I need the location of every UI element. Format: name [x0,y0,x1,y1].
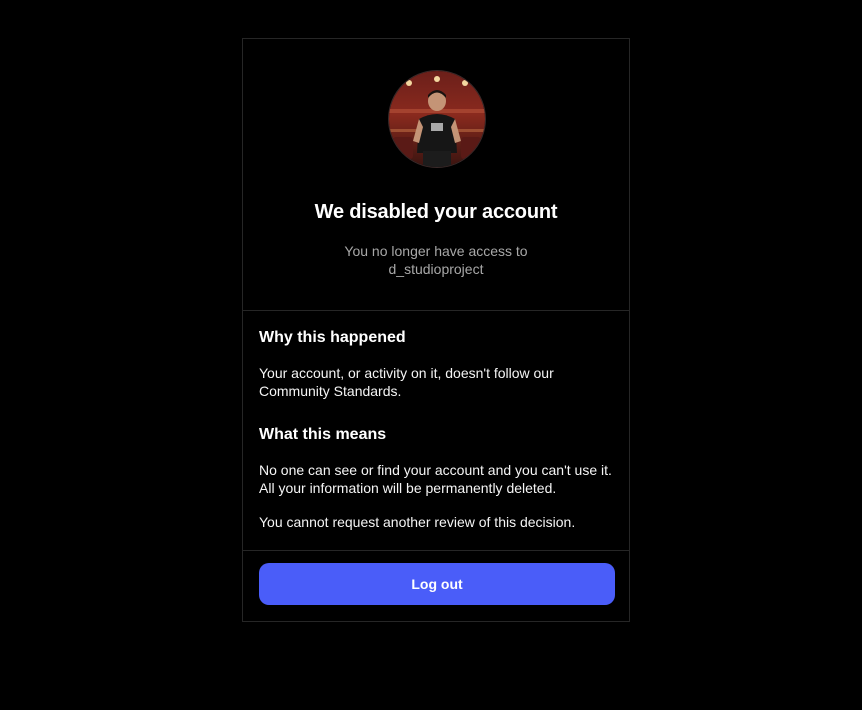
why-heading: Why this happened [259,329,406,346]
username: d_studioproject [388,261,484,277]
why-text: Your account, or activity on it, doesn't… [259,365,554,399]
info-section: Why this happened Your account, or activ… [243,311,629,551]
footer-section: Log out [243,551,629,621]
means-heading: What this means [259,426,387,443]
page-title: We disabled your account [314,201,558,223]
profile-photo [389,71,485,167]
account-disabled-card: We disabled your account You no longer h… [242,38,630,622]
header-section: We disabled your account You no longer h… [243,39,629,311]
access-message: You no longer have access to d_studiopro… [303,242,569,278]
means-text: No one can see or find your account and … [259,462,612,496]
logout-button[interactable]: Log out [259,563,615,605]
access-message-line: You no longer have access to [344,243,528,259]
review-text: You cannot request another review of thi… [259,514,576,530]
avatar [389,71,485,167]
